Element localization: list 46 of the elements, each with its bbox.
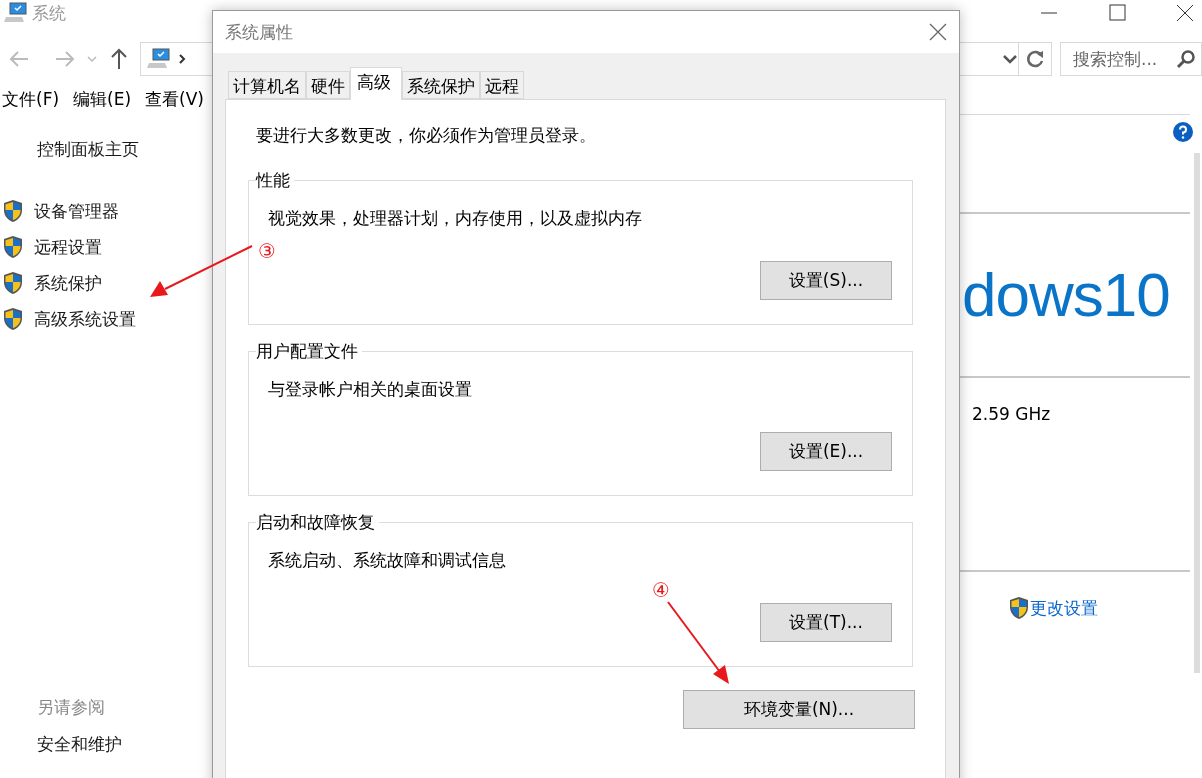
- change-settings-link[interactable]: 更改设置: [1030, 596, 1098, 620]
- group-title: 启动和故障恢复: [256, 511, 379, 534]
- shield-icon: [2, 235, 24, 259]
- settings-button[interactable]: 设置(E)...: [760, 432, 892, 471]
- settings-button[interactable]: 设置(S)...: [760, 261, 892, 300]
- window-title: 系统: [32, 1, 66, 25]
- settings-button[interactable]: 设置(T)...: [760, 603, 892, 642]
- sidebar-link[interactable]: 高级系统设置: [34, 307, 136, 331]
- shield-icon: [2, 307, 24, 331]
- tab[interactable]: 远程: [480, 71, 524, 99]
- menu-item[interactable]: 编辑(E): [73, 88, 146, 114]
- tab[interactable]: 计算机名: [228, 71, 306, 99]
- computer-icon: [147, 48, 171, 70]
- admin-note: 要进行大多数更改，你必须作为管理员登录。: [255, 124, 597, 147]
- sidebar-link[interactable]: 系统保护: [34, 271, 102, 295]
- close-icon[interactable]: [929, 23, 947, 41]
- step-number: ④: [652, 580, 670, 600]
- group-description: 与登录帐户相关的桌面设置: [268, 378, 473, 401]
- search-field[interactable]: 搜索控制...: [1060, 42, 1202, 76]
- sidebar-link[interactable]: 控制面板主页: [0, 138, 212, 161]
- sidebar-link[interactable]: 安全和维护: [37, 733, 212, 756]
- group-description: 视觉效果，处理器计划，内存使用，以及虚拟内存: [268, 207, 643, 230]
- group-title: 用户配置文件: [256, 340, 362, 363]
- computer-icon: [4, 2, 28, 24]
- group-description: 系统启动、系统故障和调试信息: [268, 549, 507, 572]
- shield-icon: [2, 199, 24, 223]
- tab[interactable]: 高级: [350, 67, 402, 100]
- step-number: ③: [258, 241, 276, 261]
- group-title: 性能: [256, 169, 294, 192]
- environment-variables-button[interactable]: 环境变量(N)...: [683, 690, 915, 729]
- tab[interactable]: 硬件: [306, 71, 350, 99]
- help-icon[interactable]: [1172, 121, 1194, 143]
- tab[interactable]: 系统保护: [402, 71, 480, 99]
- close-icon[interactable]: [1174, 2, 1196, 24]
- search-icon[interactable]: [1175, 48, 1197, 70]
- menu-item[interactable]: 文件(F): [2, 88, 74, 114]
- shield-icon: [2, 271, 24, 295]
- sidebar-link[interactable]: 远程设置: [34, 235, 102, 259]
- dialog-title: 系统属性: [225, 20, 293, 44]
- maximize-icon[interactable]: [1106, 2, 1128, 24]
- edition-logo-text: dows10: [961, 264, 1170, 326]
- sidebar-link[interactable]: 设备管理器: [34, 199, 119, 223]
- shield-icon: [1008, 596, 1030, 620]
- cpu-speed: 2.59 GHz: [971, 403, 1051, 424]
- refresh-button[interactable]: [1018, 42, 1052, 76]
- section-heading: 另请参阅: [37, 696, 106, 719]
